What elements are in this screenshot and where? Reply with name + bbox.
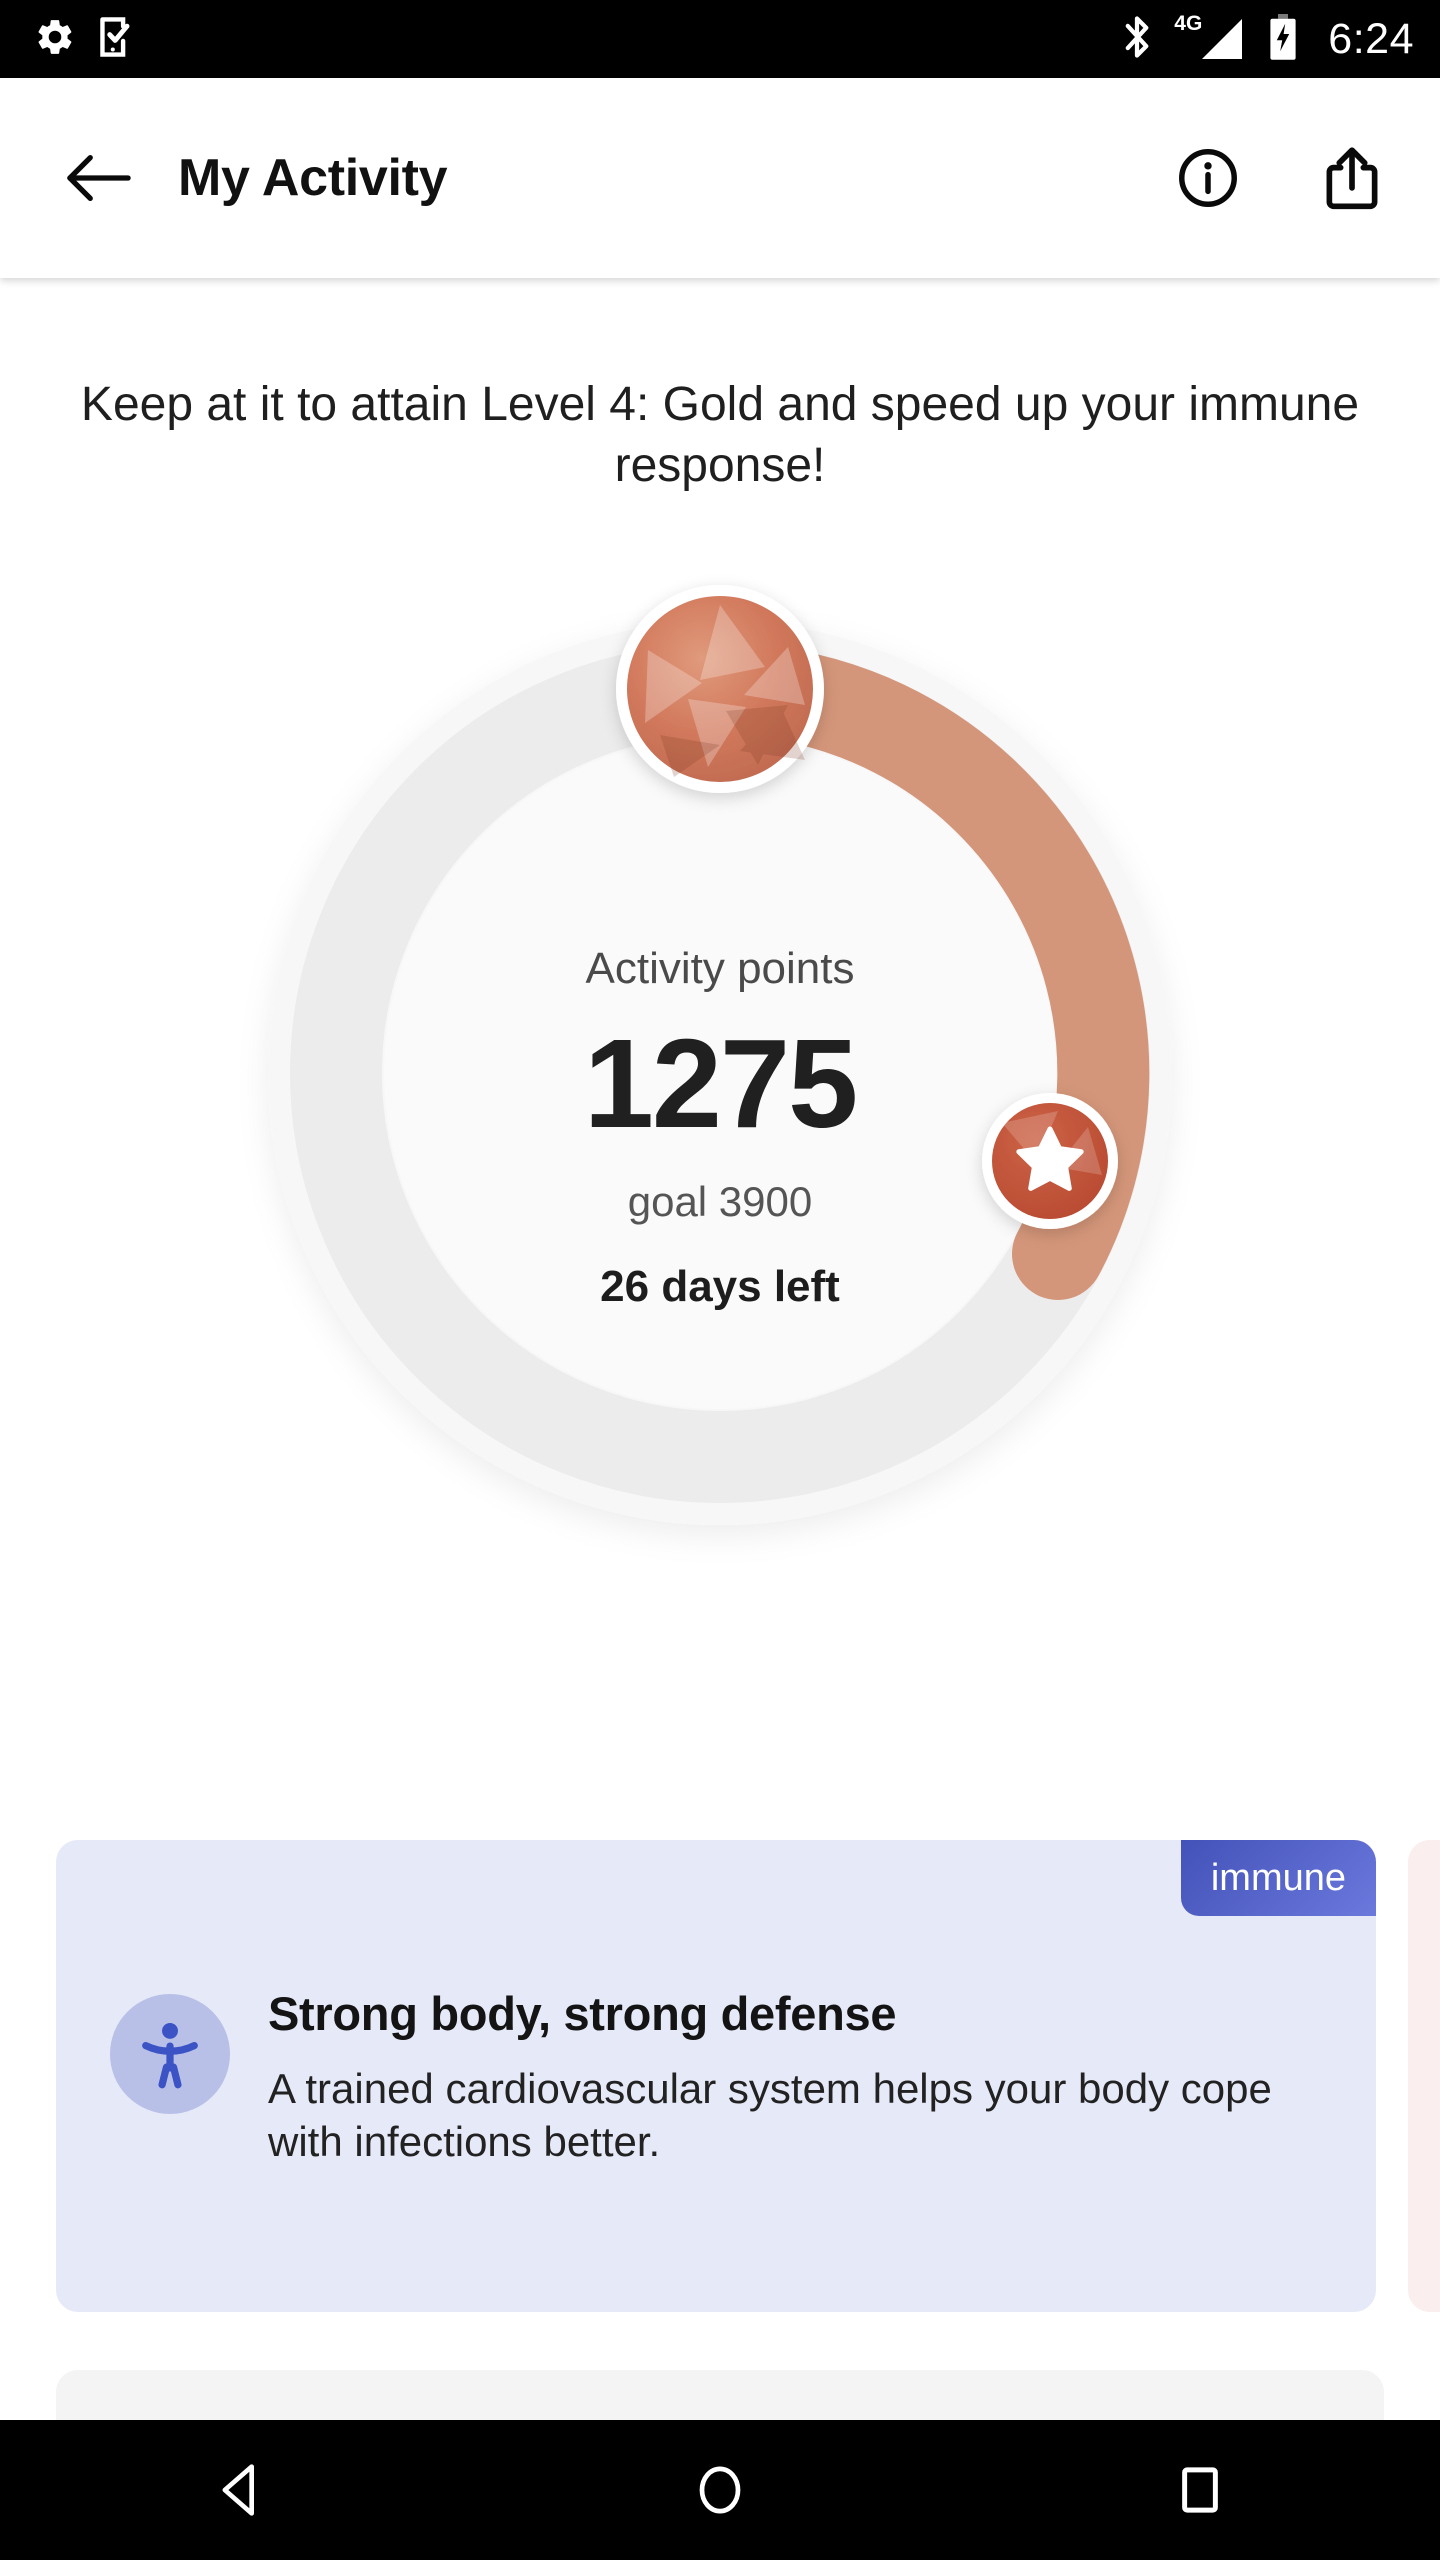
next-section-card-partial[interactable] [56,2370,1384,2420]
tip-card-content: Strong body, strong defense A trained ca… [110,1988,1316,2169]
activity-progress-ring[interactable]: Activity points 1275 goal 3900 26 days l… [140,555,1300,1615]
info-circle-icon[interactable] [1168,138,1248,218]
share-icon[interactable] [1312,138,1392,218]
battery-charging-icon [1268,13,1298,66]
tip-card-title: Strong body, strong defense [268,1987,897,2040]
status-bar-left-icons [34,15,136,64]
tip-card-next-peek[interactable] [1408,1840,1440,2312]
app-bar-actions [1168,138,1392,218]
app-bar: My Activity [0,78,1440,278]
tip-card-texts: Strong body, strong defense A trained ca… [268,1988,1316,2169]
nav-home-icon[interactable] [630,2420,810,2560]
settings-gear-icon [34,16,76,63]
ring-graphic [268,584,1172,1525]
status-badge: immune [1180,1840,1376,1916]
headline-text: Keep at it to attain Level 4: Gold and s… [80,378,1360,493]
nav-recents-icon[interactable] [1110,2420,1290,2560]
nav-back-icon[interactable] [150,2420,330,2560]
tip-card[interactable]: immune Strong body, strong defense A tra… [56,1840,1376,2312]
network-type-label: 4G [1174,12,1203,35]
bluetooth-icon [1120,13,1154,66]
back-button[interactable] [56,135,142,221]
status-bar-clock: 6:24 [1328,14,1414,63]
android-navigation-bar [0,2420,1440,2560]
status-bar-right-icons: 4G 6:24 [1120,13,1414,66]
star-icon [982,1092,1118,1229]
tip-card-carousel[interactable]: immune Strong body, strong defense A tra… [0,1840,1440,2340]
tip-card-body: A trained cardiovascular system helps yo… [268,2064,1272,2166]
bronze-gem-icon [616,584,824,793]
progress-ring-section: Activity points 1275 goal 3900 26 days l… [0,511,1440,1651]
signal-4g-icon: 4G [1174,13,1246,61]
main-content: Keep at it to attain Level 4: Gold and s… [0,278,1440,2420]
phone-check-icon [96,15,136,64]
phone-screen: 4G 6:24 My Activity Keep at it to attain… [0,0,1440,2560]
accessibility-icon [110,1994,230,2114]
page-title: My Activity [178,149,448,207]
status-bar: 4G 6:24 [0,0,1440,78]
